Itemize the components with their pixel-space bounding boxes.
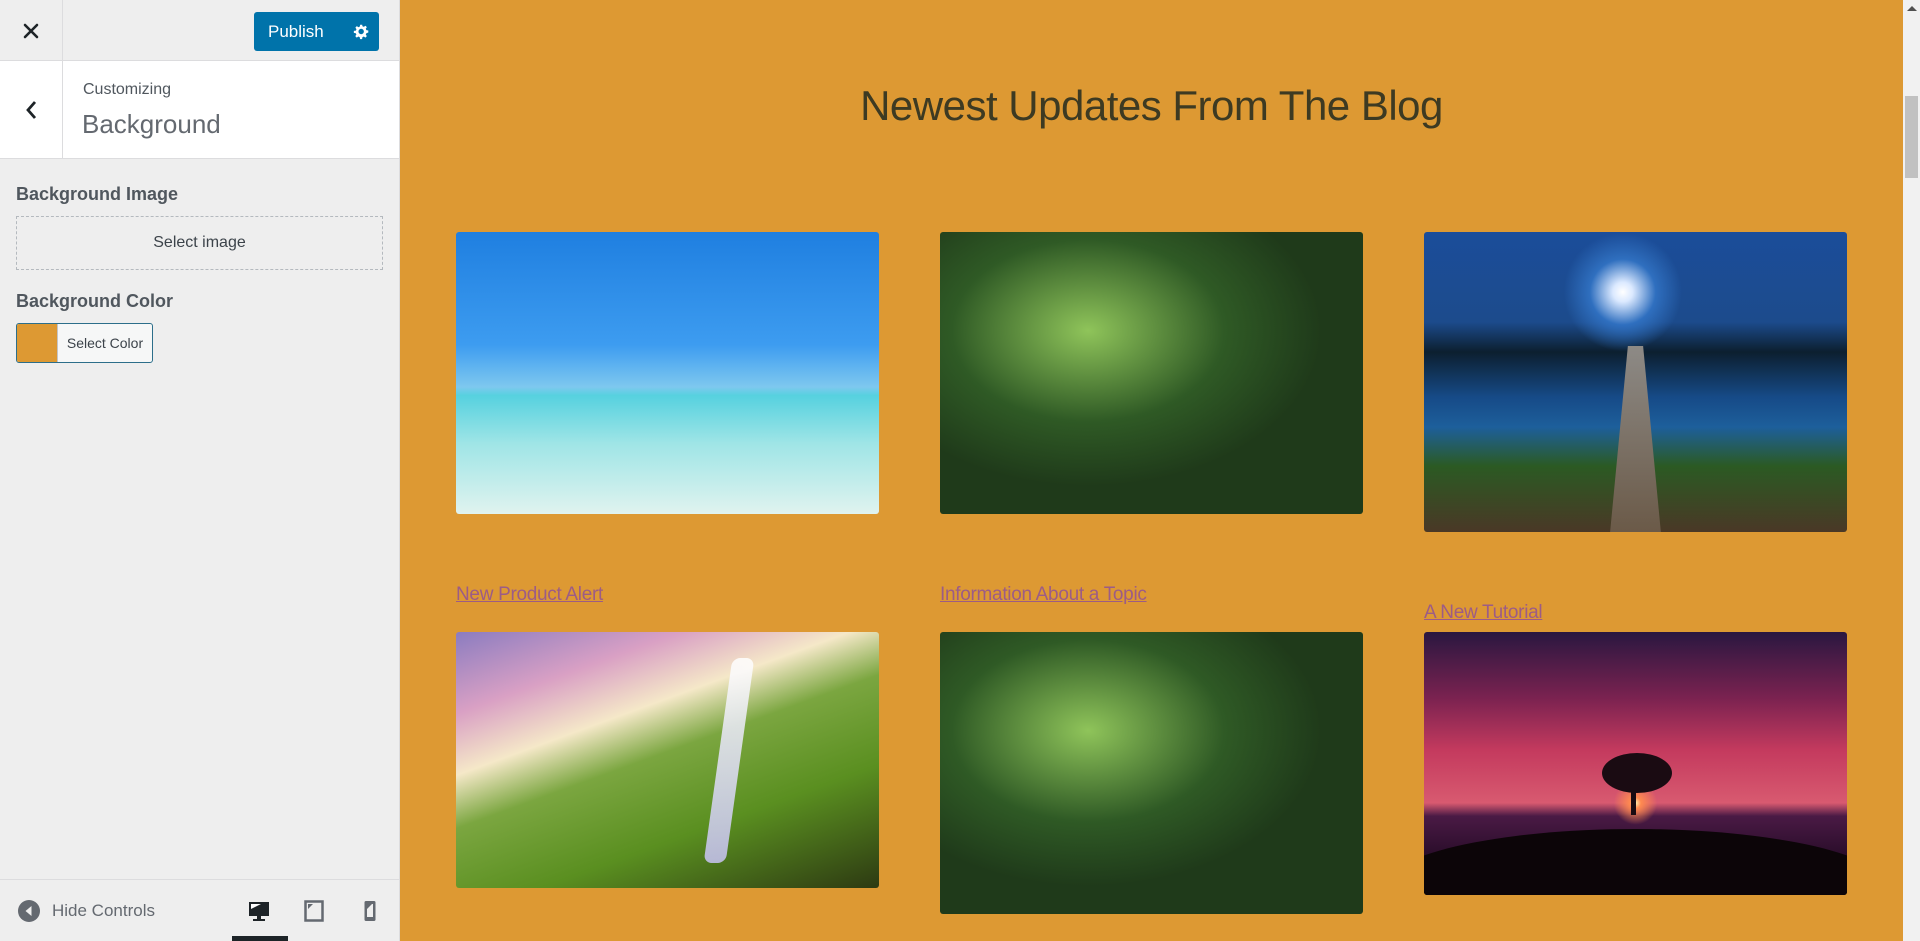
hide-controls-button[interactable]: Hide Controls: [18, 900, 155, 922]
customizer-sidebar: Publish Customizing Background Backgroun…: [0, 0, 400, 941]
collapse-arrow-icon: [18, 900, 40, 922]
back-button[interactable]: [0, 61, 63, 158]
waterfall-shape: [703, 657, 755, 863]
publish-button-group: Publish: [254, 12, 379, 51]
section-header: Customizing Background: [0, 61, 399, 159]
select-color-label: Select Color: [57, 324, 152, 362]
scrollbar-thumb[interactable]: [1905, 96, 1918, 178]
close-icon: [23, 23, 39, 38]
active-device-indicator: [232, 936, 288, 941]
post-link-information-about-topic[interactable]: Information About a Topic: [940, 584, 1147, 606]
post-image-forest-river-2[interactable]: [940, 632, 1363, 914]
background-image-title: Background Image: [16, 184, 179, 204]
gear-icon: [353, 24, 369, 40]
select-color-button[interactable]: Select Color: [16, 323, 153, 363]
mobile-icon: [364, 901, 376, 921]
post-image-waterfall[interactable]: [456, 632, 879, 888]
post-image-beach[interactable]: [456, 232, 879, 514]
color-swatch: [17, 324, 57, 362]
desktop-icon: [249, 902, 269, 921]
trunk-shape: [1631, 784, 1637, 815]
post-link-new-product-alert[interactable]: New Product Alert: [456, 584, 603, 606]
customizer-footer: Hide Controls: [0, 879, 399, 941]
customizing-label: Customizing: [83, 81, 172, 98]
tree-shape: [1601, 752, 1672, 793]
blog-heading: Newest Updates From The Blog: [860, 82, 1443, 129]
post-link-new-tutorial[interactable]: A New Tutorial: [1424, 602, 1543, 624]
chevron-left-icon: [26, 100, 37, 119]
preview-mobile-button[interactable]: [352, 896, 388, 926]
close-customizer-button[interactable]: [0, 0, 63, 61]
hill-shape: [1424, 829, 1847, 895]
post-image-sunset-tree[interactable]: [1424, 632, 1847, 895]
post-image-forest-river[interactable]: [940, 232, 1363, 514]
select-image-button[interactable]: Select image: [16, 216, 383, 270]
publish-settings-button[interactable]: [344, 12, 379, 51]
tablet-icon: [304, 900, 324, 922]
scroll-up-arrow-icon[interactable]: [1907, 6, 1917, 11]
preview-tablet-button[interactable]: [296, 896, 332, 926]
preview-scrollbar[interactable]: [1903, 0, 1920, 941]
hide-controls-label: Hide Controls: [52, 901, 155, 920]
customizer-header-actions: Publish: [0, 0, 399, 61]
section-title: Background: [82, 109, 221, 139]
preview-desktop-button[interactable]: [241, 896, 277, 926]
background-color-title: Background Color: [16, 291, 174, 311]
post-image-lake-dock[interactable]: [1424, 232, 1847, 532]
publish-button[interactable]: Publish: [254, 12, 344, 51]
dock-shape: [1610, 346, 1661, 532]
